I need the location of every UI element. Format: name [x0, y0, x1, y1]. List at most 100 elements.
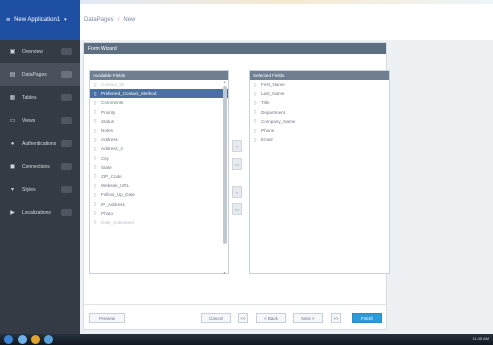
available-field-item[interactable]: ▯ Website_URL	[90, 181, 228, 190]
folder-icon[interactable]	[31, 335, 40, 344]
breadcrumb-datapages[interactable]: DataPages	[84, 17, 114, 23]
field-icon: ▯	[254, 109, 257, 115]
last-step-button[interactable]: >>	[331, 313, 341, 323]
available-field-item[interactable]: ▯ Address_2	[90, 144, 228, 153]
scroll-down-icon[interactable]: ▼	[223, 271, 226, 275]
app-icon[interactable]	[44, 335, 53, 344]
field-icon: ▯	[94, 155, 97, 161]
field-icon: ▯	[254, 127, 257, 133]
caret-down-icon: ▾	[64, 17, 67, 23]
field-icon: ▯	[94, 201, 97, 207]
selected-field-item[interactable]: ▯ Email	[250, 135, 389, 144]
selected-field-item[interactable]: ▯ Phone	[250, 126, 389, 135]
selected-field-item[interactable]: ▯ Title	[250, 98, 389, 107]
field-icon: ▯	[94, 219, 97, 225]
field-icon: ▯	[94, 109, 97, 115]
scroll-up-icon[interactable]: ▲	[223, 80, 226, 84]
field-icon: ▯	[94, 81, 97, 87]
decorative-gradient	[80, 0, 493, 4]
field-icon: ▯	[94, 118, 97, 124]
field-label: Department	[261, 109, 286, 115]
available-field-item[interactable]: ▯ State	[90, 163, 228, 172]
field-label: First_Name	[261, 82, 285, 88]
connections-icon: ◼	[10, 164, 15, 170]
available-field-item[interactable]: ▯ Follow_Up_Date	[90, 190, 228, 199]
available-field-item[interactable]: ▯ City	[90, 154, 228, 163]
available-field-item[interactable]: ▯ ZIP_Code	[90, 172, 228, 181]
sidebar-item-label: Authentications	[22, 140, 57, 147]
field-icon: ▯	[94, 210, 97, 216]
field-label: State	[101, 164, 112, 170]
sidebar-item-datapages[interactable]: ▤ DataPages	[0, 63, 80, 86]
top-bar: ≡ New Application1 ▾ DataPages / New	[0, 0, 493, 40]
selected-field-item[interactable]: ▯ Department	[250, 108, 389, 117]
available-fields-header: Available Fields	[90, 71, 228, 80]
first-step-button[interactable]: <<	[238, 313, 248, 323]
available-field-item[interactable]: ▯ Photo	[90, 209, 228, 218]
field-label: Priority	[101, 109, 116, 115]
field-label: Photo	[101, 210, 114, 216]
selected-field-item[interactable]: ▯ Company_Name	[250, 117, 389, 126]
selected-field-item[interactable]: ▯ Last_Name	[250, 89, 389, 98]
selected-fields-header: Selected Fields	[250, 71, 389, 80]
move-right-button[interactable]: >	[232, 140, 242, 152]
sidebar-toggle[interactable]	[61, 94, 72, 101]
sidebar-toggle[interactable]	[61, 71, 72, 78]
field-label: IP_Address	[101, 201, 125, 207]
move-all-left-button[interactable]: <<	[232, 203, 242, 215]
app-switcher[interactable]: ≡ New Application1 ▾	[0, 0, 80, 40]
next-button[interactable]: Next >	[293, 313, 323, 323]
field-icon: ▯	[94, 99, 97, 105]
sidebar-item-styles[interactable]: ▾ Styles	[0, 178, 80, 201]
available-scrollbar[interactable]: ▲ ▼	[223, 80, 227, 275]
sidebar-item-label: Tables	[22, 94, 37, 101]
sidebar-toggle[interactable]	[61, 48, 72, 55]
sidebar-toggle[interactable]	[61, 117, 72, 124]
field-label: Date_Submitted	[101, 219, 134, 225]
back-button[interactable]: < Back	[256, 313, 286, 323]
scroll-thumb[interactable]	[223, 86, 227, 244]
field-label: City	[101, 155, 109, 161]
available-field-item[interactable]: ▯ Status	[90, 117, 228, 126]
move-left-button[interactable]: <	[232, 186, 242, 198]
field-icon: ▯	[254, 136, 257, 142]
start-icon[interactable]	[4, 335, 13, 344]
field-label: Status	[101, 118, 115, 124]
move-all-right-button[interactable]: >>	[232, 158, 242, 170]
selected-fields-list[interactable]: Selected Fields ▯ First_Name ▯ Last_Name ▯ Ti…	[249, 70, 390, 274]
cancel-button[interactable]: Cancel	[201, 313, 231, 323]
finish-button[interactable]: Finish	[352, 313, 382, 323]
field-icon: ▯	[94, 164, 97, 170]
available-field-item[interactable]: ▯ Comments	[90, 98, 228, 107]
available-field-item[interactable]: ▯ Address	[90, 135, 228, 144]
sidebar-item-overview[interactable]: ▣ Overview	[0, 40, 80, 63]
selected-field-item[interactable]: ▯ First_Name	[250, 80, 389, 89]
sidebar-toggle[interactable]	[61, 140, 72, 147]
available-field-item[interactable]: ▯ Priority	[90, 108, 228, 117]
sidebar-toggle[interactable]	[61, 186, 72, 193]
field-icon: ▯	[94, 173, 97, 179]
clock: 11:45 AM	[472, 336, 489, 341]
sidebar-toggle[interactable]	[61, 209, 72, 216]
field-icon: ▯	[254, 81, 257, 87]
available-fields-list[interactable]: Available Fields ▯ Contact_ID ▯ Preferred_C…	[89, 70, 229, 275]
available-field-item[interactable]: ▯ Notes	[90, 126, 228, 135]
field-label: Company_Name	[261, 118, 296, 124]
wizard-footer: Preview Cancel << < Back Next > >> Finis…	[84, 304, 386, 329]
field-label: Phone	[261, 128, 275, 134]
sidebar-item-label: Localizations	[22, 209, 51, 216]
sidebar-toggle[interactable]	[61, 163, 72, 170]
sidebar-item-label: DataPages	[22, 71, 47, 78]
available-field-item[interactable]: ▯ IP_Address	[90, 199, 228, 208]
browser-icon[interactable]	[18, 335, 27, 344]
hamburger-icon[interactable]: ≡	[6, 17, 10, 24]
sidebar-item-connections[interactable]: ◼ Connections	[0, 155, 80, 178]
sidebar-item-localizations[interactable]: ▶ Localizations	[0, 201, 80, 224]
sidebar-item-authentications[interactable]: ● Authentications	[0, 132, 80, 155]
field-label: Notes	[101, 128, 114, 134]
sidebar-item-tables[interactable]: ▦ Tables	[0, 86, 80, 109]
preview-button[interactable]: Preview	[89, 313, 125, 323]
localizations-icon: ▶	[10, 210, 15, 216]
sidebar-item-views[interactable]: ▭ Views	[0, 109, 80, 132]
available-field-item[interactable]: ▯ Preferred_Contact_Method	[90, 89, 228, 99]
